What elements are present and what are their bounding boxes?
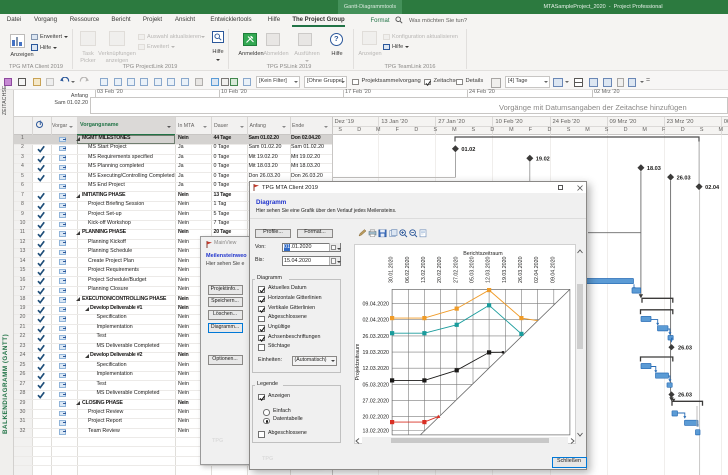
svg-text:20.02.2020: 20.02.2020	[437, 256, 443, 283]
svg-text:Berichtszeitraum: Berichtszeitraum	[463, 251, 503, 257]
svg-text:26.03.2020: 26.03.2020	[362, 334, 389, 340]
svg-text:27.02.2020: 27.02.2020	[362, 399, 389, 405]
svg-text:26.03.2020: 26.03.2020	[518, 256, 524, 283]
svg-text:13.02.2020: 13.02.2020	[362, 429, 389, 435]
svg-text:02.04.2020: 02.04.2020	[362, 318, 389, 324]
svg-text:05.03.2020: 05.03.2020	[470, 256, 476, 283]
svg-text:Projektzeitraum: Projektzeitraum	[355, 343, 361, 380]
svg-text:12.03.2020: 12.03.2020	[486, 256, 492, 283]
svg-text:19.03.2020: 19.03.2020	[502, 256, 508, 283]
svg-text:19.03.2020: 19.03.2020	[362, 350, 389, 356]
svg-text:20.02.2020: 20.02.2020	[362, 415, 389, 421]
svg-text:27.02.2020: 27.02.2020	[453, 256, 459, 283]
svg-text:06.02.2020: 06.02.2020	[405, 256, 411, 283]
svg-text:05.03.2020: 05.03.2020	[362, 382, 389, 388]
svg-text:30.01.2020: 30.01.2020	[389, 256, 395, 283]
svg-text:09.04.2020: 09.04.2020	[550, 256, 556, 283]
svg-text:09.04.2020: 09.04.2020	[362, 302, 389, 308]
svg-text:02.04.2020: 02.04.2020	[534, 256, 540, 283]
svg-text:12.03.2020: 12.03.2020	[362, 366, 389, 372]
svg-text:13.02.2020: 13.02.2020	[421, 256, 427, 283]
